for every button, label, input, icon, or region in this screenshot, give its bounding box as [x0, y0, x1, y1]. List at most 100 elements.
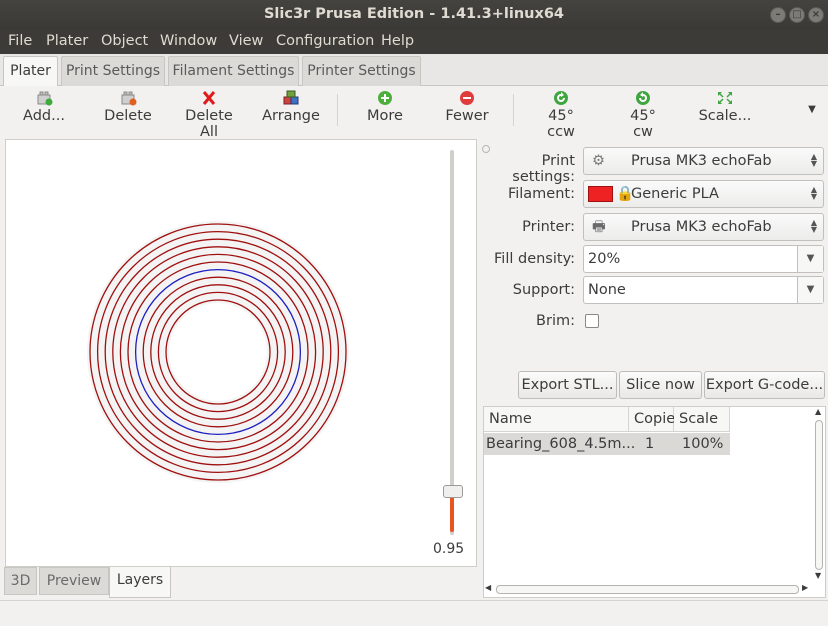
menu-file[interactable]: File — [8, 33, 32, 49]
menu-help[interactable]: Help — [381, 33, 414, 49]
object-list-vertical-scrollbar[interactable]: ▲ ▼ — [813, 407, 825, 582]
scroll-up-icon[interactable]: ▲ — [815, 407, 821, 416]
delete-label: Delete — [104, 108, 152, 124]
menu-window[interactable]: Window — [160, 33, 217, 49]
fewer-button[interactable]: Fewer — [444, 90, 490, 124]
layer-slider-fill — [450, 494, 454, 532]
window-title: Slic3r Prusa Edition - 1.41.3+linux64 — [263, 6, 565, 22]
printer-label: Printer: — [522, 219, 575, 235]
tab-print-settings[interactable]: Print Settings — [61, 56, 165, 86]
radio-indicator — [482, 145, 490, 153]
maximize-icon[interactable]: □ — [789, 7, 805, 23]
close-icon[interactable]: × — [808, 7, 824, 23]
fill-density-combo[interactable]: 20% ▼ — [583, 245, 824, 273]
arrange-icon — [283, 90, 299, 105]
menu-configuration[interactable]: Configuration — [276, 33, 374, 49]
scroll-right-icon[interactable]: ▶ — [802, 583, 808, 592]
fill-density-label: Fill density: — [494, 251, 575, 267]
object-copies-cell: 1 — [645, 436, 655, 452]
filament-color-swatch — [588, 186, 613, 202]
scroll-down-icon[interactable]: ▼ — [815, 571, 821, 580]
slice-now-button[interactable]: Slice now — [619, 371, 702, 399]
tab-printer-settings[interactable]: Printer Settings — [302, 56, 421, 86]
printer-icon: 🖶 — [592, 219, 606, 235]
gear-icon: ⚙ — [592, 153, 605, 169]
scrollbar-thumb[interactable] — [496, 585, 799, 594]
rotate-cw-label: 45° cw — [630, 108, 656, 140]
rotate-ccw-button[interactable]: 45° ccw — [534, 90, 588, 140]
toolbar-separator — [513, 94, 514, 126]
delete-all-button[interactable]: Delete All — [175, 90, 243, 140]
fill-density-value: 20% — [588, 251, 621, 267]
rotate-cw-button[interactable]: 45° cw — [620, 90, 666, 140]
printer-combo[interactable]: 🖶 Prusa MK3 echoFab ▲ ▼ — [583, 213, 824, 241]
print-settings-value: Prusa MK3 echoFab — [631, 153, 772, 169]
object-list[interactable]: Name Copie Scale Bearing_608_4.5m... 1 1… — [483, 406, 826, 598]
column-header-name[interactable]: Name — [484, 407, 629, 432]
tab-layers[interactable]: Layers — [109, 567, 171, 598]
scale-button[interactable]: Scale... — [698, 90, 752, 124]
menu-bar: File Plater Object Window View Configura… — [0, 30, 828, 54]
minimize-icon[interactable]: – — [770, 7, 786, 23]
minus-circle-icon — [460, 91, 474, 105]
layer-slider-handle[interactable] — [443, 485, 463, 498]
delete-all-label: Delete All — [185, 108, 233, 140]
add-brick-icon — [37, 91, 53, 106]
filament-value: Generic PLA — [631, 186, 719, 202]
scale-label: Scale... — [698, 108, 752, 124]
delete-button[interactable]: Delete — [102, 90, 154, 124]
plater-toolbar: Add... Delete Delete All Arrange More Fe… — [0, 86, 828, 140]
menu-plater[interactable]: Plater — [46, 33, 88, 49]
red-x-icon — [202, 91, 216, 105]
brim-checkbox[interactable] — [585, 314, 599, 328]
export-stl-button[interactable]: Export STL... — [518, 371, 617, 399]
toolbar-overflow-button[interactable]: ▼ — [805, 104, 819, 115]
tab-3d[interactable]: 3D — [4, 567, 37, 595]
object-scale-cell: 100% — [682, 436, 724, 452]
menu-object[interactable]: Object — [101, 33, 148, 49]
printer-value: Prusa MK3 echoFab — [631, 219, 772, 235]
tab-preview[interactable]: Preview — [39, 567, 109, 595]
column-header-scale[interactable]: Scale — [674, 407, 730, 432]
filament-combo[interactable]: 🔒 Generic PLA ▲ ▼ — [583, 180, 824, 208]
rotate-cw-icon — [636, 91, 650, 105]
more-button[interactable]: More — [364, 90, 406, 124]
tab-plater[interactable]: Plater — [3, 56, 58, 87]
object-list-horizontal-scrollbar[interactable]: ◀ ▶ — [483, 583, 813, 597]
toolbar-separator — [337, 94, 338, 126]
rotate-ccw-icon — [554, 91, 568, 105]
plus-circle-icon — [378, 91, 392, 105]
column-header-copies[interactable]: Copie — [629, 407, 675, 432]
scrollbar-thumb[interactable] — [815, 420, 823, 570]
fewer-label: Fewer — [445, 108, 489, 124]
layer-height-value: 0.95 — [433, 541, 465, 557]
layer-slider-track[interactable] — [450, 150, 454, 535]
combo-arrows-icon: ▲ ▼ — [810, 218, 817, 234]
add-label: Add... — [23, 108, 65, 124]
arrange-button[interactable]: Arrange — [262, 90, 320, 124]
print-settings-combo[interactable]: ⚙ Prusa MK3 echoFab ▲ ▼ — [583, 147, 824, 175]
scale-arrows-icon — [718, 92, 732, 104]
main-tabs: Plater Print Settings Filament Settings … — [0, 54, 828, 87]
add-button[interactable]: Add... — [20, 90, 68, 124]
export-gcode-button[interactable]: Export G-code... — [704, 371, 825, 399]
more-label: More — [367, 108, 403, 124]
arrange-label: Arrange — [262, 108, 320, 124]
title-bar: Slic3r Prusa Edition - 1.41.3+linux64 – … — [0, 0, 828, 30]
support-label: Support: — [512, 282, 575, 298]
combo-arrows-icon: ▲ ▼ — [810, 185, 817, 201]
rotate-ccw-label: 45° ccw — [547, 108, 575, 140]
object-name-cell: Bearing_608_4.5m... — [486, 436, 636, 452]
support-combo[interactable]: None ▼ — [583, 276, 824, 304]
layers-canvas[interactable] — [5, 139, 477, 567]
support-value: None — [588, 282, 626, 298]
scroll-left-icon[interactable]: ◀ — [485, 583, 491, 592]
table-row[interactable]: Bearing_608_4.5m... 1 100% — [484, 433, 730, 455]
menu-view[interactable]: View — [229, 33, 263, 49]
brim-label: Brim: — [536, 313, 575, 329]
chevron-down-icon[interactable]: ▼ — [797, 246, 823, 272]
layer-rings — [87, 221, 349, 483]
chevron-down-icon[interactable]: ▼ — [797, 277, 823, 303]
print-settings-label: Print settings: — [512, 153, 575, 185]
tab-filament-settings[interactable]: Filament Settings — [168, 56, 299, 86]
